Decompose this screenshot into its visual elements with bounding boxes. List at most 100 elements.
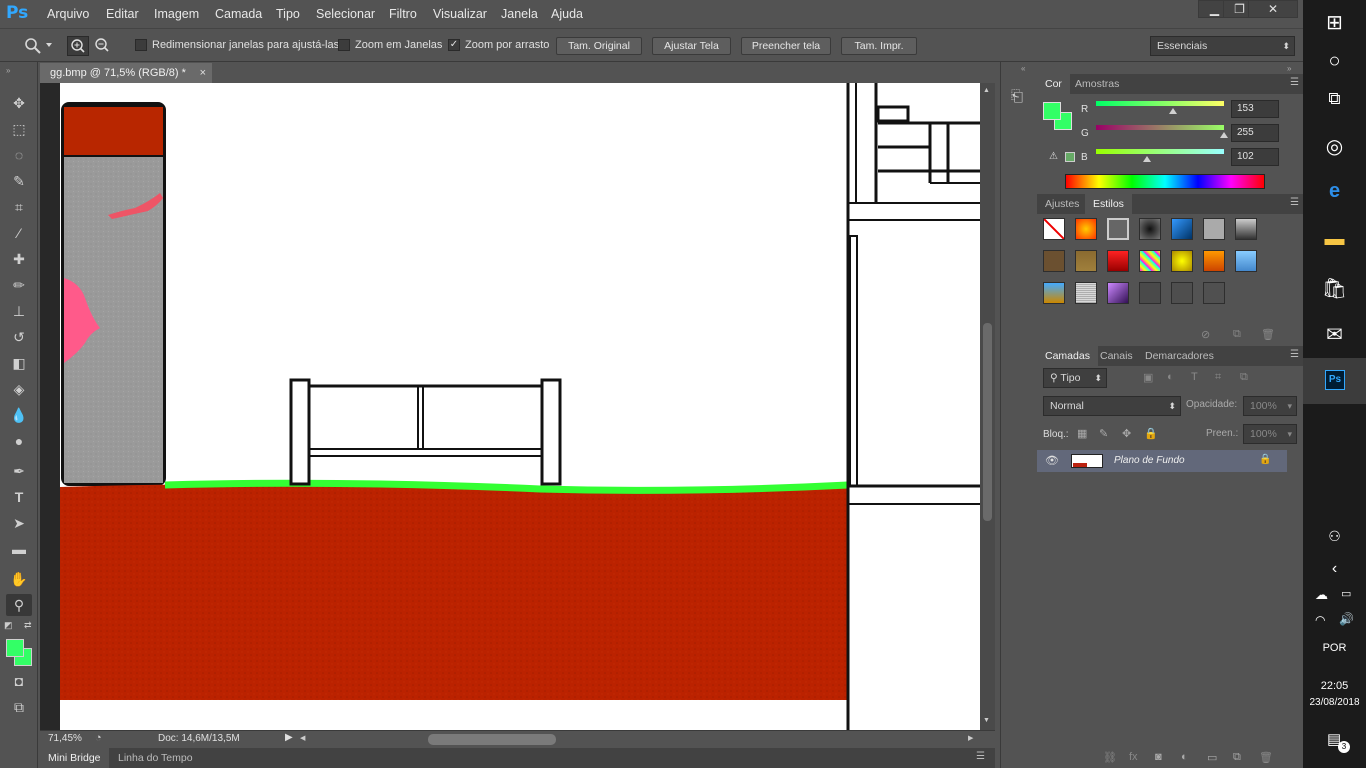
style-swatch-13[interactable] (1203, 250, 1225, 272)
add-mask-icon[interactable]: ◙ (1155, 751, 1162, 763)
style-swatch-19[interactable] (1171, 282, 1193, 304)
actual-pixels-button[interactable]: Tam. Original (556, 37, 642, 55)
menu-tipo[interactable]: Tipo (276, 7, 300, 21)
new-style-icon[interactable]: ⧉ (1233, 328, 1241, 341)
expand-dock-icon[interactable]: « (1021, 64, 1025, 73)
style-swatch-7[interactable] (1235, 218, 1257, 240)
style-swatch-18[interactable] (1139, 282, 1161, 304)
eraser-tool-icon[interactable]: ◧ (6, 352, 32, 374)
collapse-tools-icon[interactable]: » (6, 66, 10, 75)
tab-channels[interactable]: Canais (1092, 346, 1141, 366)
brush-tool-icon[interactable]: ✏ (6, 274, 32, 296)
tab-paths[interactable]: Demarcadores (1137, 346, 1222, 366)
vertical-scroll-thumb[interactable] (983, 323, 992, 521)
vertical-scrollbar[interactable]: ▲ ▼ (980, 83, 995, 731)
filter-smart-object-icon[interactable]: ⧉ (1240, 371, 1248, 384)
lock-transparency-icon[interactable]: ▦ (1077, 427, 1087, 440)
layers-panel-menu-icon[interactable]: ☰ (1290, 349, 1299, 360)
fill-screen-button[interactable]: Preencher tela (741, 37, 831, 55)
layer-filter-select[interactable]: ⚲ Tipo ⬍ (1043, 368, 1107, 388)
type-tool-icon[interactable]: T (6, 486, 32, 508)
tab-color[interactable]: Cor (1037, 74, 1070, 94)
color-panel-menu-icon[interactable]: ☰ (1290, 77, 1299, 88)
pen-tool-icon[interactable]: ✒ (6, 460, 32, 482)
red-slider-thumb[interactable] (1169, 108, 1177, 114)
style-swatch-4[interactable] (1139, 218, 1161, 240)
menu-visualizar[interactable]: Visualizar (433, 7, 487, 21)
quick-selection-tool-icon[interactable]: ✎ (6, 170, 32, 192)
hand-tool-icon[interactable]: ✋ (6, 568, 32, 590)
color-spectrum-ramp[interactable] (1065, 174, 1265, 189)
lock-all-icon[interactable]: 🔒 (1144, 427, 1158, 440)
style-swatch-9[interactable] (1075, 250, 1097, 272)
zoom-tool-icon[interactable]: ⚲ (6, 594, 32, 616)
style-swatch-17[interactable] (1107, 282, 1129, 304)
menu-imagem[interactable]: Imagem (154, 7, 199, 21)
path-selection-tool-icon[interactable]: ➤ (6, 512, 32, 534)
marquee-tool-icon[interactable]: ⬚ (6, 118, 32, 140)
zoom-tool-preset-icon[interactable] (24, 37, 42, 55)
mail-icon[interactable]: ✉ (1303, 322, 1366, 347)
rectangle-tool-icon[interactable]: ▬ (6, 538, 32, 560)
blue-slider-thumb[interactable] (1143, 156, 1151, 162)
fill-input[interactable]: 100% ▾ (1243, 424, 1297, 444)
green-slider-track[interactable] (1096, 125, 1224, 130)
dodge-tool-icon[interactable]: ● (6, 430, 32, 452)
move-tool-icon[interactable]: ✥ (6, 92, 32, 114)
healing-brush-tool-icon[interactable]: ✚ (6, 248, 32, 270)
quick-mask-icon[interactable]: ◘ (6, 670, 32, 692)
eyedropper-tool-icon[interactable]: ⁄ (6, 222, 32, 244)
delete-layer-icon[interactable]: 🗑 (1259, 751, 1273, 764)
scroll-right-icon[interactable]: ▶ (968, 734, 973, 742)
tab-mini-bridge[interactable]: Mini Bridge (40, 748, 109, 768)
panel-menu-icon[interactable]: ☰ (976, 751, 985, 762)
close-window-button[interactable]: ✕ (1248, 0, 1298, 18)
red-value-input[interactable]: 153 (1231, 100, 1279, 118)
cortana-search-icon[interactable]: ○ (1303, 50, 1366, 73)
close-document-icon[interactable]: × (200, 63, 206, 83)
clear-style-icon[interactable]: ⊘ (1201, 328, 1210, 341)
volume-icon[interactable]: 🔊 (1339, 612, 1354, 626)
tab-layers[interactable]: Camadas (1037, 346, 1098, 366)
styles-panel-menu-icon[interactable]: ☰ (1290, 197, 1299, 208)
style-swatch-2[interactable] (1075, 218, 1097, 240)
link-layers-icon[interactable]: ⛓ (1103, 751, 1117, 764)
windows-start-icon[interactable]: ⊞ (1303, 10, 1366, 35)
blue-value-input[interactable]: 102 (1231, 148, 1279, 166)
gamut-warning-icon[interactable]: ⚠ (1049, 151, 1058, 162)
style-swatch-10[interactable] (1107, 250, 1129, 272)
status-menu-arrow-icon[interactable]: ▶ (285, 732, 293, 743)
document-tab[interactable]: gg.bmp @ 71,5% (RGB/8) * × (40, 63, 212, 83)
onedrive-icon[interactable]: ☁ (1315, 587, 1328, 603)
zoom-level[interactable]: 71,45% (48, 733, 82, 744)
default-colors-icon[interactable]: ◩ (4, 620, 13, 631)
show-hidden-icons[interactable]: ‹ (1303, 560, 1366, 578)
screen-mode-icon[interactable]: ⧉ (6, 696, 32, 718)
clone-stamp-tool-icon[interactable]: ⊥ (6, 300, 32, 322)
layer-row[interactable]: 👁 Plano de Fundo 🔒 (1037, 450, 1287, 472)
wifi-icon[interactable]: ◠ (1315, 613, 1325, 627)
store-icon[interactable]: 🛍 (1303, 276, 1366, 301)
lock-image-icon[interactable]: ✎ (1099, 427, 1108, 440)
style-swatch-5[interactable] (1171, 218, 1193, 240)
opacity-input[interactable]: 100% ▾ (1243, 396, 1297, 416)
style-swatch-8[interactable] (1043, 250, 1065, 272)
tab-styles[interactable]: Estilos (1085, 194, 1132, 214)
style-swatch-3[interactable] (1107, 218, 1129, 240)
menu-selecionar[interactable]: Selecionar (316, 7, 375, 21)
zoom-out-icon[interactable] (92, 36, 114, 56)
history-brush-tool-icon[interactable]: ↺ (6, 326, 32, 348)
status-info-icon[interactable]: ◔ (95, 732, 102, 744)
input-language[interactable]: POR (1303, 642, 1366, 654)
zoom-in-icon[interactable] (67, 36, 89, 56)
zoom-all-windows-checkbox[interactable] (338, 39, 350, 51)
layer-name[interactable]: Plano de Fundo (1114, 455, 1185, 466)
style-swatch-14[interactable] (1235, 250, 1257, 272)
menu-janela[interactable]: Janela (501, 7, 538, 21)
paint-bucket-tool-icon[interactable]: ◈ (6, 378, 32, 400)
clock-time[interactable]: 22:05 (1303, 680, 1366, 692)
tab-timeline[interactable]: Linha do Tempo (114, 748, 197, 768)
style-swatch-15[interactable] (1043, 282, 1065, 304)
clock-date[interactable]: 23/08/2018 (1303, 697, 1366, 708)
visibility-eye-icon[interactable]: 👁 (1045, 454, 1059, 467)
